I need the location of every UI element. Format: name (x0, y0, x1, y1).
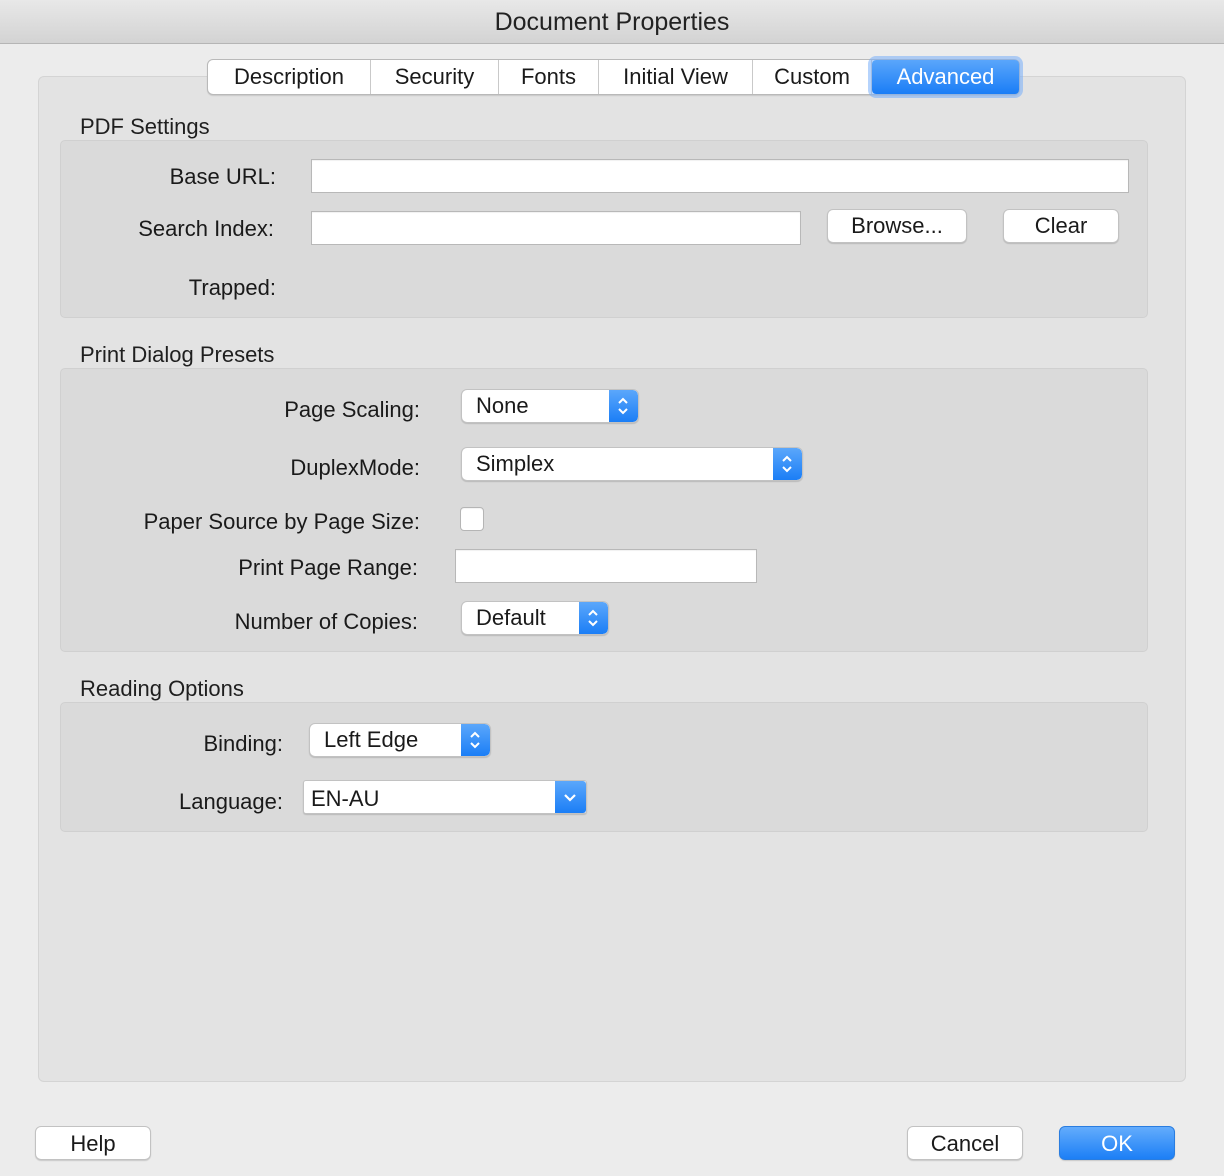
paper-source-checkbox[interactable] (460, 507, 484, 531)
number-of-copies-popup[interactable]: Default (461, 601, 609, 635)
tab-security[interactable]: Security (371, 60, 499, 94)
print-page-range-label: Print Page Range: (238, 555, 418, 580)
page-scaling-label: Page Scaling: (284, 397, 420, 422)
help-button[interactable]: Help (35, 1126, 151, 1160)
binding-label: Binding: (203, 731, 283, 756)
page-scaling-value: None (476, 393, 529, 418)
window-title: Document Properties (494, 8, 730, 36)
language-label: Language: (179, 789, 283, 814)
base-url-label: Base URL: (169, 164, 276, 189)
up-down-arrows-icon (773, 448, 802, 480)
tab-custom[interactable]: Custom (753, 60, 872, 94)
number-of-copies-value: Default (476, 605, 546, 630)
tab-advanced[interactable]: Advanced (872, 60, 1019, 94)
binding-value: Left Edge (324, 727, 419, 752)
print-presets-title: Print Dialog Presets (80, 342, 275, 367)
language-combobox[interactable]: EN-AU (303, 780, 587, 814)
duplex-mode-label: DuplexMode: (290, 455, 420, 480)
tab-description[interactable]: Description (208, 60, 371, 94)
clear-button[interactable]: Clear (1003, 209, 1119, 243)
binding-popup[interactable]: Left Edge (309, 723, 491, 757)
language-value: EN-AU (311, 786, 380, 811)
page-scaling-popup[interactable]: None (461, 389, 639, 423)
tab-initial-view[interactable]: Initial View (599, 60, 753, 94)
tab-fonts[interactable]: Fonts (499, 60, 599, 94)
number-of-copies-label: Number of Copies: (234, 609, 418, 634)
up-down-arrows-icon (579, 602, 608, 634)
duplex-mode-value: Simplex (476, 451, 555, 476)
print-page-range-field[interactable] (455, 549, 757, 583)
reading-options-title: Reading Options (80, 676, 244, 701)
ok-button[interactable]: OK (1059, 1126, 1175, 1160)
pdf-settings-title: PDF Settings (80, 114, 210, 139)
duplex-mode-popup[interactable]: Simplex (461, 447, 803, 481)
browse-button[interactable]: Browse... (827, 209, 967, 243)
chevron-down-icon[interactable] (555, 781, 586, 813)
trapped-label: Trapped: (188, 275, 276, 300)
search-index-label: Search Index: (138, 216, 274, 241)
up-down-arrows-icon (609, 390, 638, 422)
search-index-field[interactable] (311, 211, 801, 245)
base-url-field[interactable] (311, 159, 1129, 193)
tab-bar: Description Security Fonts Initial View … (207, 59, 1020, 95)
paper-source-label: Paper Source by Page Size: (143, 509, 420, 534)
cancel-button[interactable]: Cancel (907, 1126, 1023, 1160)
title-bar: Document Properties (0, 0, 1224, 44)
up-down-arrows-icon (461, 724, 490, 756)
